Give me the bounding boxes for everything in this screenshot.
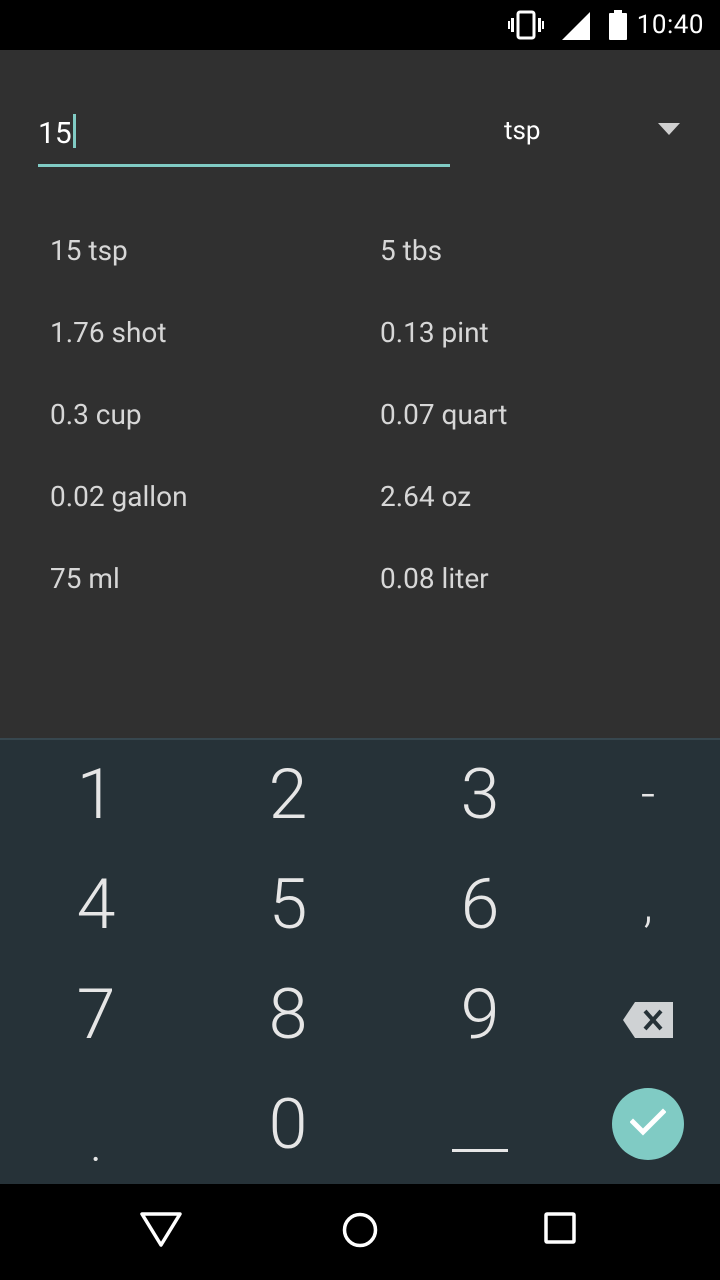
result-tbs: 5 tbs (380, 234, 443, 267)
key-8[interactable]: 8 (198, 960, 378, 1070)
key-4[interactable]: 4 (6, 850, 186, 960)
key-decimal[interactable]: . (6, 1070, 186, 1174)
key-0[interactable]: 0 (198, 1070, 378, 1180)
unit-dropdown[interactable]: tsp (504, 112, 684, 152)
battery-icon (608, 10, 628, 44)
key-7[interactable]: 7 (6, 960, 186, 1070)
navigation-bar (0, 1184, 720, 1280)
converter-panel: 15 tsp 15 tsp 5 tbs 1.76 shot 0.13 pint … (0, 50, 720, 740)
underscore-key-label (452, 1148, 508, 1152)
result-quart: 0.07 quart (380, 398, 508, 431)
key-6[interactable]: 6 (390, 850, 570, 960)
result-liter: 0.08 liter (380, 562, 489, 595)
check-icon (629, 1108, 667, 1140)
dropdown-arrow-icon (658, 122, 680, 141)
backspace-key[interactable] (558, 960, 720, 1070)
status-bar: 10:40 (0, 0, 720, 50)
key-3[interactable]: 3 (390, 740, 570, 850)
backspace-icon (623, 974, 673, 1056)
signal-icon (560, 10, 592, 44)
value-input[interactable]: 15 (38, 112, 450, 167)
key-1[interactable]: 1 (6, 740, 186, 850)
home-icon[interactable] (342, 1212, 378, 1252)
unit-dropdown-label: tsp (504, 116, 541, 146)
result-tsp: 15 tsp (50, 234, 128, 267)
numeric-keypad: 1 2 3 - 4 5 6 , 7 8 9 . 0 (0, 738, 720, 1186)
done-button[interactable] (612, 1088, 684, 1160)
input-value: 15 (38, 116, 72, 151)
text-caret (72, 114, 76, 148)
result-cup: 0.3 cup (50, 398, 142, 431)
result-shot: 1.76 shot (50, 316, 167, 349)
recents-icon[interactable] (544, 1212, 576, 1250)
key-minus[interactable]: - (558, 740, 720, 850)
result-pint: 0.13 pint (380, 316, 489, 349)
vibrate-icon (508, 10, 544, 44)
key-comma[interactable]: , (558, 850, 720, 960)
result-gallon: 0.02 gallon (50, 480, 188, 513)
back-icon[interactable] (140, 1212, 182, 1252)
clock: 10:40 (636, 10, 704, 40)
key-space[interactable] (390, 1070, 570, 1180)
key-9[interactable]: 9 (390, 960, 570, 1070)
key-2[interactable]: 2 (198, 740, 378, 850)
result-ml: 75 ml (50, 562, 120, 595)
key-5[interactable]: 5 (198, 850, 378, 960)
result-oz: 2.64 oz (380, 480, 472, 513)
